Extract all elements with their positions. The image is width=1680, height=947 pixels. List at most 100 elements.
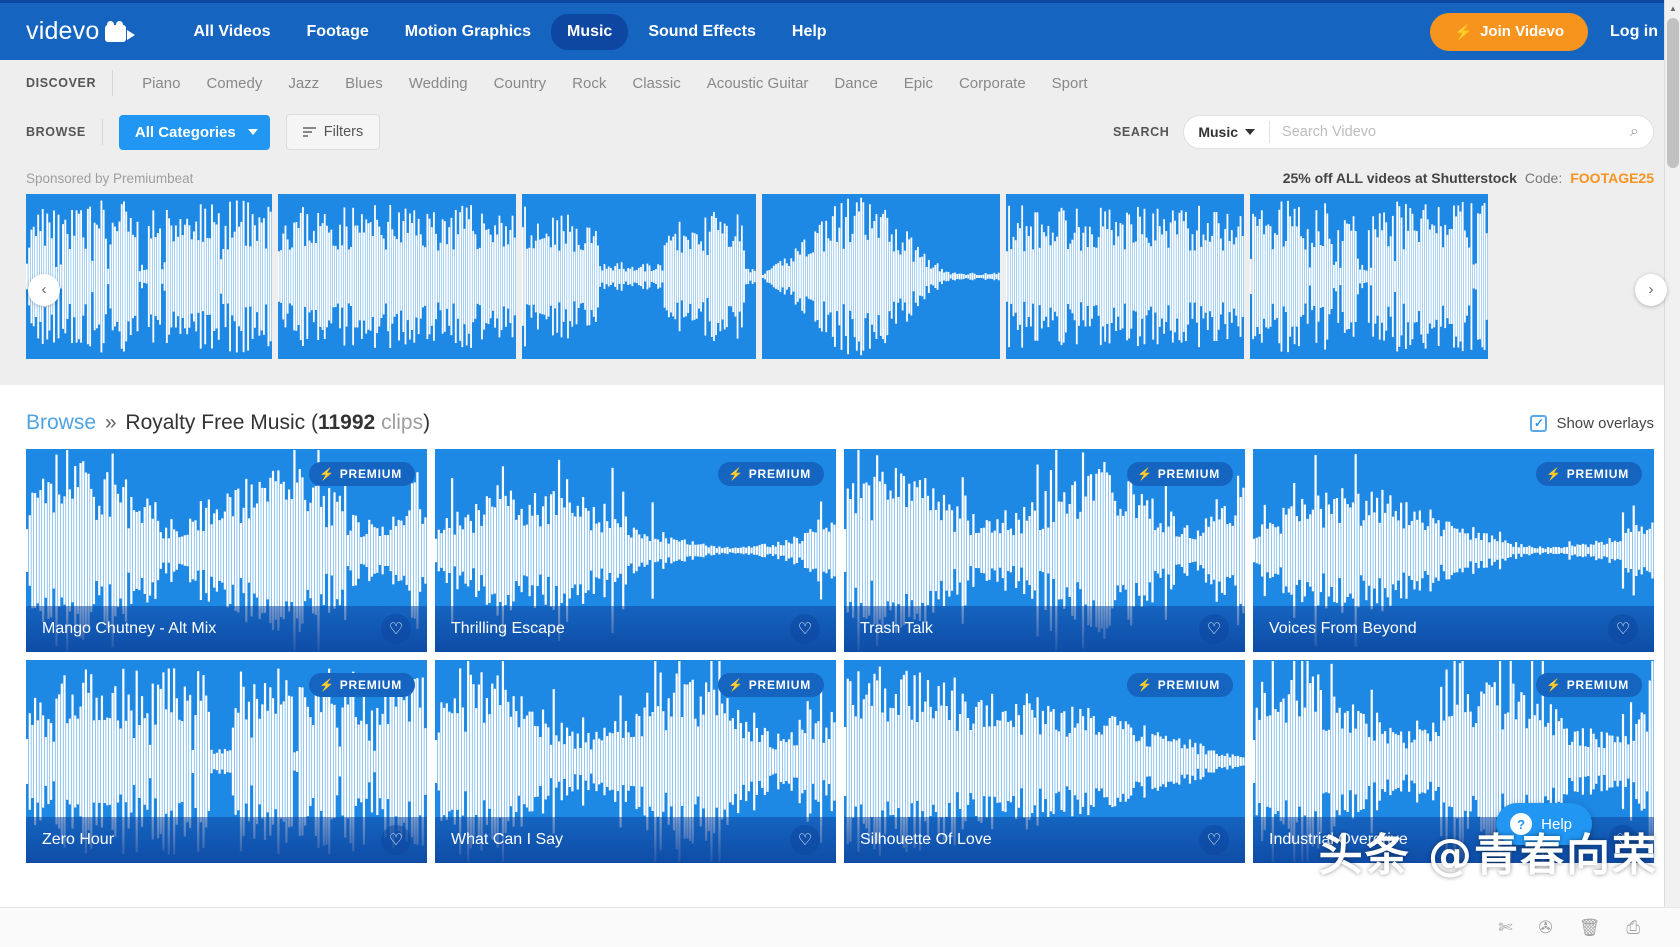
premium-badge-label: PREMIUM	[1158, 467, 1220, 481]
nav-item-all-videos[interactable]: All Videos	[177, 14, 286, 50]
lightning-bolt-icon: ⚡	[1454, 23, 1473, 41]
pin-icon[interactable]: ✄	[1498, 918, 1512, 938]
music-card[interactable]: ⚡PREMIUMThrilling Escape♡	[435, 449, 836, 652]
delete-icon[interactable]: 🗑	[1579, 918, 1601, 938]
card-footer: Voices From Beyond♡	[1253, 606, 1654, 652]
premium-badge: ⚡ PREMIUM	[718, 462, 824, 486]
search-icon[interactable]: ⌕	[1630, 123, 1653, 141]
premium-badge-label: PREMIUM	[1567, 467, 1629, 481]
genre-sport[interactable]: Sport	[1039, 71, 1101, 96]
card-title: Silhouette Of Love	[860, 831, 992, 849]
music-card[interactable]: ⚡PREMIUM Silhouette Of Love ♡	[844, 660, 1245, 863]
nav-item-sound-effects[interactable]: Sound Effects	[632, 14, 772, 50]
premium-badge: ⚡PREMIUM	[1536, 462, 1642, 486]
edit-icon[interactable]: ✇	[1539, 918, 1553, 938]
genre-comedy[interactable]: Comedy	[193, 71, 275, 96]
heart-icon[interactable]: ♡	[790, 614, 820, 644]
heart-icon[interactable]: ♡	[1608, 614, 1638, 644]
nav-item-help[interactable]: Help	[776, 14, 843, 50]
discover-browse-bar: DISCOVER PianoComedyJazzBluesWeddingCoun…	[0, 60, 1680, 158]
filters-label: Filters	[324, 124, 363, 140]
paren-close: )	[423, 411, 430, 434]
genre-epic[interactable]: Epic	[891, 71, 946, 96]
music-card-grid: ⚡PREMIUMMango Chutney - Alt Mix♡⚡PREMIUM…	[0, 449, 1680, 863]
genre-blues[interactable]: Blues	[332, 71, 396, 96]
carousel-slide[interactable]	[1006, 194, 1244, 359]
premium-badge: ⚡PREMIUM	[1127, 673, 1233, 697]
search-box: Music ⌕	[1183, 115, 1654, 149]
genre-wedding[interactable]: Wedding	[396, 71, 481, 96]
genre-dance[interactable]: Dance	[821, 71, 890, 96]
save-icon[interactable]: ⎙	[1626, 918, 1640, 938]
filter-icon	[303, 127, 316, 137]
show-overlays-checkbox[interactable]: ✓	[1530, 415, 1547, 432]
music-card[interactable]: ⚡PREMIUMZero Hour♡	[26, 660, 427, 863]
browse-label: BROWSE	[26, 125, 86, 139]
filters-button[interactable]: Filters	[286, 114, 380, 150]
genre-corporate[interactable]: Corporate	[946, 71, 1039, 96]
show-overlays-toggle[interactable]: ✓ Show overlays	[1530, 415, 1654, 432]
login-button[interactable]: Log in	[1610, 23, 1658, 41]
carousel-slide[interactable]	[278, 194, 516, 359]
heart-icon[interactable]: ♡	[1199, 614, 1229, 644]
join-videvo-button[interactable]: ⚡ Join Videvo	[1430, 13, 1588, 51]
brand-logo[interactable]: videvo	[26, 17, 135, 46]
carousel-slide[interactable]	[26, 194, 272, 359]
carousel-next-button[interactable]: ›	[1635, 274, 1667, 306]
heart-icon[interactable]: ♡	[381, 614, 411, 644]
divider	[112, 70, 113, 96]
genre-rock[interactable]: Rock	[559, 71, 619, 96]
card-footer: Silhouette Of Love ♡	[844, 817, 1245, 863]
browse-header: Browse » Royalty Free Music (11992 clips…	[0, 385, 1680, 449]
search-input[interactable]	[1270, 116, 1630, 148]
scrollbar-thumb[interactable]	[1667, 18, 1679, 168]
heart-icon[interactable]: ♡	[1199, 825, 1229, 855]
breadcrumb-current: Royalty Free Music	[125, 411, 305, 434]
scroll-up-icon[interactable]: ▲	[1665, 0, 1680, 17]
premium-badge-label: PREMIUM	[749, 467, 811, 481]
heart-icon[interactable]: ♡	[381, 825, 411, 855]
heart-icon[interactable]: ♡	[790, 825, 820, 855]
genre-country[interactable]: Country	[481, 71, 560, 96]
music-card[interactable]: ⚡PREMIUMWhat Can I Say♡	[435, 660, 836, 863]
nav-item-motion-graphics[interactable]: Motion Graphics	[389, 14, 547, 50]
nav-item-label: Footage	[307, 23, 369, 40]
music-card[interactable]: ⚡PREMIUM Mango Chutney - Alt Mix♡	[26, 449, 427, 652]
carousel-slide[interactable]	[522, 194, 756, 359]
breadcrumb-root[interactable]: Browse	[26, 411, 96, 434]
nav-item-label: Motion Graphics	[405, 23, 531, 40]
nav-item-music[interactable]: Music	[551, 14, 628, 50]
genre-jazz[interactable]: Jazz	[275, 71, 332, 96]
premium-badge-label: PREMIUM	[340, 678, 402, 692]
lightning-bolt-icon: ⚡	[1137, 467, 1153, 481]
search-area: SEARCH Music ⌕	[1113, 115, 1654, 149]
chevron-down-icon	[248, 129, 258, 135]
sponsor-row: Sponsored by Premiumbeat 25% off ALL vid…	[0, 158, 1680, 194]
show-overlays-label: Show overlays	[1556, 415, 1654, 432]
waveform-graphic	[278, 194, 516, 359]
page-scrollbar[interactable]: ▲ ▼	[1664, 0, 1680, 947]
card-title: What Can I Say	[451, 831, 563, 849]
carousel-slide[interactable]	[1250, 194, 1488, 359]
music-card[interactable]: ⚡PREMIUMTrash Talk♡	[844, 449, 1245, 652]
nav-links: All Videos Footage Motion Graphics MusicSou…	[177, 14, 842, 50]
genre-acoustic-guitar[interactable]: Acoustic Guitar	[694, 71, 822, 96]
premium-badge: ⚡PREMIUM	[1536, 673, 1642, 697]
genre-classic[interactable]: Classic	[619, 71, 693, 96]
all-categories-dropdown[interactable]: All Categories	[119, 115, 270, 150]
carousel-prev-button[interactable]: ‹	[28, 274, 60, 306]
genre-list: PianoComedyJazzBluesWeddingCountryRockCl…	[129, 71, 1100, 96]
waveform-graphic	[26, 194, 272, 359]
carousel-slide[interactable]	[762, 194, 1000, 359]
nav-item-footage[interactable]: Footage	[291, 14, 385, 50]
search-type-dropdown[interactable]: Music	[1184, 124, 1269, 140]
promo-banner[interactable]: 25% off ALL videos at Shutterstock Code:…	[1283, 170, 1654, 186]
card-footer: Mango Chutney - Alt Mix♡	[26, 606, 427, 652]
music-card[interactable]: ⚡PREMIUM Voices From Beyond♡	[1253, 449, 1654, 652]
premium-badge: ⚡PREMIUM	[309, 462, 415, 486]
lightning-bolt-icon: ⚡	[728, 467, 744, 481]
breadcrumb: Browse » Royalty Free Music (11992 clips…	[26, 411, 430, 435]
genre-piano[interactable]: Piano	[129, 71, 193, 96]
premium-badge: ⚡ PREMIUM	[1127, 462, 1233, 486]
waveform-graphic	[1006, 194, 1244, 359]
